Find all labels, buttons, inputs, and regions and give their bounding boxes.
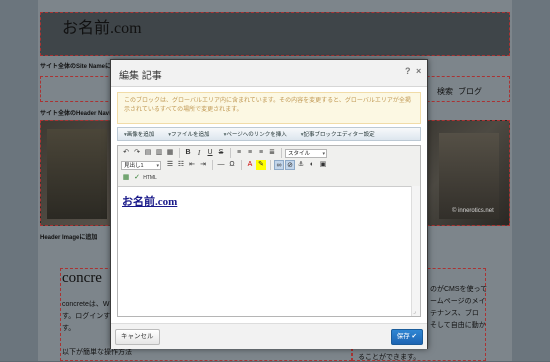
paste-text-icon[interactable]: ▥ [154, 148, 164, 158]
image-credit: © innerotics.net [452, 208, 494, 214]
underline-icon[interactable]: U [205, 148, 215, 158]
nav-item-search: 検索 [437, 87, 453, 96]
main-heading: concre [62, 270, 102, 286]
global-area-warning: このブロックは、グローバルエリア内に含まれています。その内容を変更すると、グロー… [117, 92, 421, 124]
editor-body[interactable]: お名前.com [118, 186, 408, 316]
dialog-title: 編集 記事 [119, 71, 162, 82]
site-name-area-label: サイト全体のSite Nameに追 [40, 64, 118, 70]
toolbar-separator [241, 160, 242, 170]
align-left-icon[interactable]: ≡ [234, 148, 244, 158]
numbered-list-icon[interactable]: ☷ [176, 160, 186, 170]
media-icon[interactable]: ▣ [318, 160, 328, 170]
add-file-button[interactable]: ファイルを追加 [168, 130, 210, 138]
highlight-color-icon[interactable]: ✎ [256, 160, 266, 170]
text-color-icon[interactable]: A [245, 160, 255, 170]
cancel-button[interactable]: キャンセル [115, 329, 160, 345]
resize-grip-icon[interactable]: ⌟ [413, 309, 419, 315]
main-text-line: concreteは、W [62, 301, 110, 308]
horizontal-rule-icon[interactable]: — [216, 160, 226, 170]
side-text-line: テナンス、ブロ [430, 310, 479, 317]
editor-toolbar: ↶ ↷ ▤ ▥ ▦ B I U S ≡ ≡ ≡ ≣ スタイル 見出し1 [118, 146, 420, 187]
image-icon[interactable]: ◐ [307, 160, 317, 170]
block-toolbar: 画像を追加 ファイルを追加 ページへのリンクを挿入 記事ブロックエディター設定 [117, 127, 421, 141]
side-text-line: そして自由に動か [430, 322, 486, 329]
editor-content-heading[interactable]: お名前.com [122, 193, 177, 209]
toolbar-separator [212, 160, 213, 170]
indent-icon[interactable]: ⇥ [198, 160, 208, 170]
main-text-line: す。 [62, 325, 76, 332]
toolbar-row: 見出し1 ☰ ☷ ⇤ ⇥ — Ω A ✎ ∞ ⊘ ⚓ ◐ ▣ [121, 160, 329, 171]
align-center-icon[interactable]: ≡ [245, 148, 255, 158]
side-text-line: のがCMSを使って [430, 286, 488, 293]
align-right-icon[interactable]: ≡ [256, 148, 266, 158]
toolbar-separator [179, 148, 180, 158]
table-icon[interactable]: ▦ [121, 173, 131, 183]
side-text-line: ームページのメイ [430, 298, 486, 305]
toolbar-separator [281, 148, 282, 158]
format-select[interactable]: 見出し1 [121, 160, 161, 171]
dialog-footer: キャンセル 保存 ✔ [111, 323, 427, 349]
rich-text-editor: ↶ ↷ ▤ ▥ ▦ B I U S ≡ ≡ ≡ ≣ スタイル 見出し1 [117, 145, 421, 317]
save-button[interactable]: 保存 ✔ [390, 329, 423, 345]
italic-icon[interactable]: I [194, 148, 204, 158]
site-name: お名前.com [62, 20, 142, 37]
html-source-icon[interactable]: HTML [143, 173, 157, 183]
edit-block-dialog: 編集 記事 ? × このブロックは、グローバルエリア内に含まれています。その内容… [110, 59, 428, 349]
special-char-icon[interactable]: Ω [227, 160, 237, 170]
link-icon[interactable]: ∞ [274, 160, 284, 170]
bold-icon[interactable]: B [183, 148, 193, 158]
paste-word-icon[interactable]: ▦ [165, 148, 175, 158]
toolbar-row: ↶ ↷ ▤ ▥ ▦ B I U S ≡ ≡ ≡ ≣ スタイル [121, 148, 327, 159]
style-select[interactable]: スタイル [285, 148, 327, 159]
editor-scrollbar[interactable] [411, 186, 420, 316]
strikethrough-icon[interactable]: S [216, 148, 226, 158]
align-justify-icon[interactable]: ≣ [267, 148, 277, 158]
cleanup-icon[interactable]: ✓ [132, 173, 142, 183]
header-nav-area-label: サイト全体のHeader Navに追 [40, 111, 122, 117]
editor-settings-button[interactable]: 記事ブロックエディター設定 [301, 130, 375, 138]
toolbar-separator [270, 160, 271, 170]
bullet-list-icon[interactable]: ☰ [165, 160, 175, 170]
header-image-area-label: Header Imageに追加 [40, 235, 98, 241]
nav-item-blog: ブログ [458, 87, 482, 96]
unlink-icon[interactable]: ⊘ [285, 160, 295, 170]
add-image-button[interactable]: 画像を追加 [124, 130, 155, 138]
insert-page-link-button[interactable]: ページへのリンクを挿入 [224, 130, 286, 138]
undo-icon[interactable]: ↶ [121, 148, 131, 158]
redo-icon[interactable]: ↷ [132, 148, 142, 158]
close-button[interactable]: × [416, 66, 421, 76]
toolbar-row: ▦ ✓ HTML [121, 173, 158, 183]
help-button[interactable]: ? [405, 66, 411, 76]
paste-icon[interactable]: ▤ [143, 148, 153, 158]
dialog-titlebar[interactable]: 編集 記事 ? × [111, 60, 427, 87]
anchor-icon[interactable]: ⚓ [296, 160, 306, 170]
outdent-icon[interactable]: ⇤ [187, 160, 197, 170]
toolbar-separator [230, 148, 231, 158]
